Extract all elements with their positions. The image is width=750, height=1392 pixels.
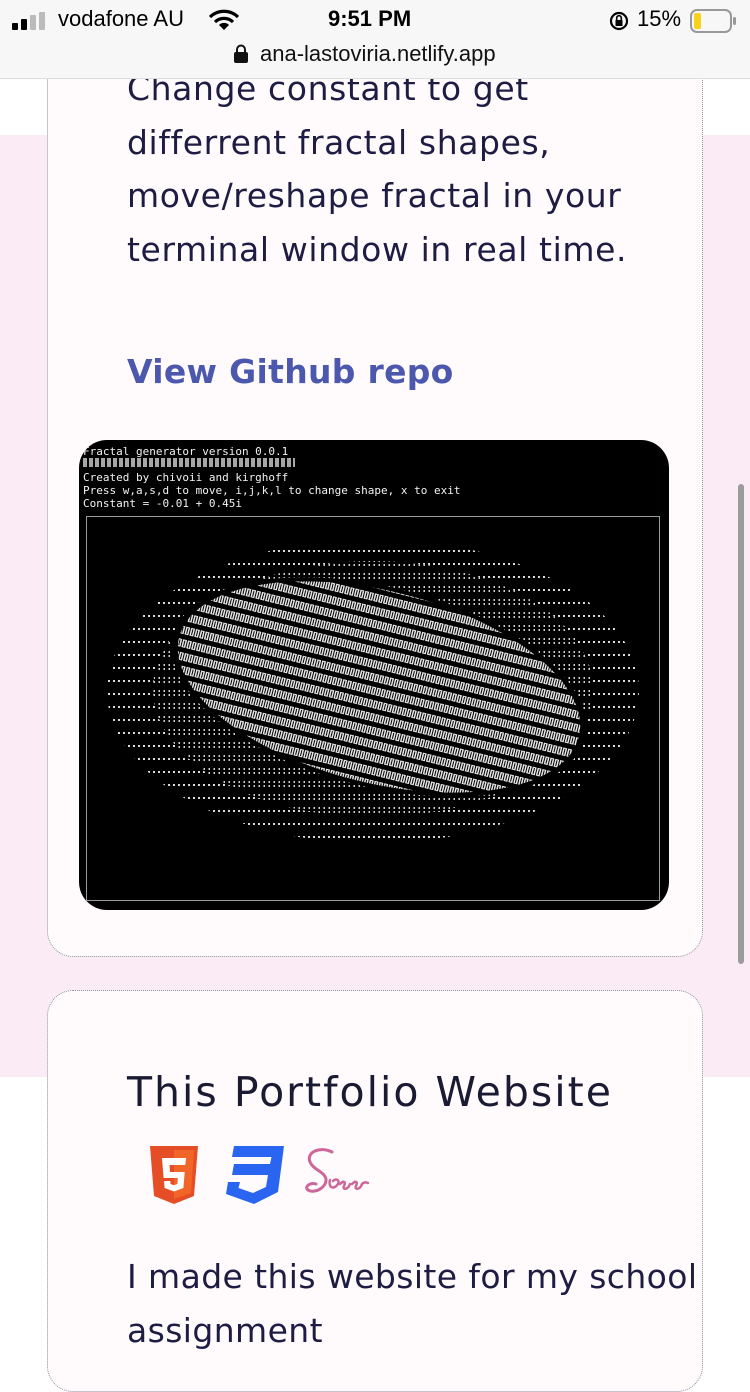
ascii-fractal-image — [107, 539, 639, 843]
css3-icon — [226, 1146, 284, 1204]
portfolio-description: I made this website for my school assign… — [127, 1257, 698, 1350]
browser-status-bar: vodafone AU 9:51 PM 15% ana-lastoviria.n… — [0, 0, 750, 79]
clock-time: 9:51 PM — [328, 6, 412, 31]
github-repo-link[interactable]: View Github repo — [127, 352, 454, 391]
carrier-name: vodafone AU — [58, 6, 184, 31]
terminal-screenshot: Fractal generator version 0.0.1 Created … — [79, 440, 669, 910]
url-bar[interactable]: ana-lastoviria.netlify.app — [260, 41, 496, 67]
terminal-credits-line: Created by chivoii and kirghoff — [83, 471, 289, 484]
terminal-separator — [83, 458, 295, 467]
battery-icon — [690, 9, 736, 33]
battery-percent: 15% — [637, 6, 682, 31]
portfolio-title: This Portfolio Website — [127, 1068, 613, 1116]
html5-icon — [150, 1146, 198, 1204]
wifi-icon — [208, 9, 240, 30]
rotation-lock-icon — [609, 11, 629, 31]
scrollbar[interactable] — [738, 484, 744, 964]
lock-icon — [234, 44, 248, 63]
terminal-title-line: Fractal generator version 0.0.1 — [83, 445, 289, 458]
terminal-constant-line: Constant = -0.01 + 0.45i — [83, 497, 242, 510]
signal-icon — [12, 12, 45, 30]
project-description: Change constant to get differrent fracta… — [127, 69, 628, 269]
terminal-controls-line: Press w,a,s,d to move, i,j,k,l to change… — [83, 484, 461, 497]
sass-icon — [305, 1148, 370, 1193]
fractal-frame — [86, 516, 660, 901]
